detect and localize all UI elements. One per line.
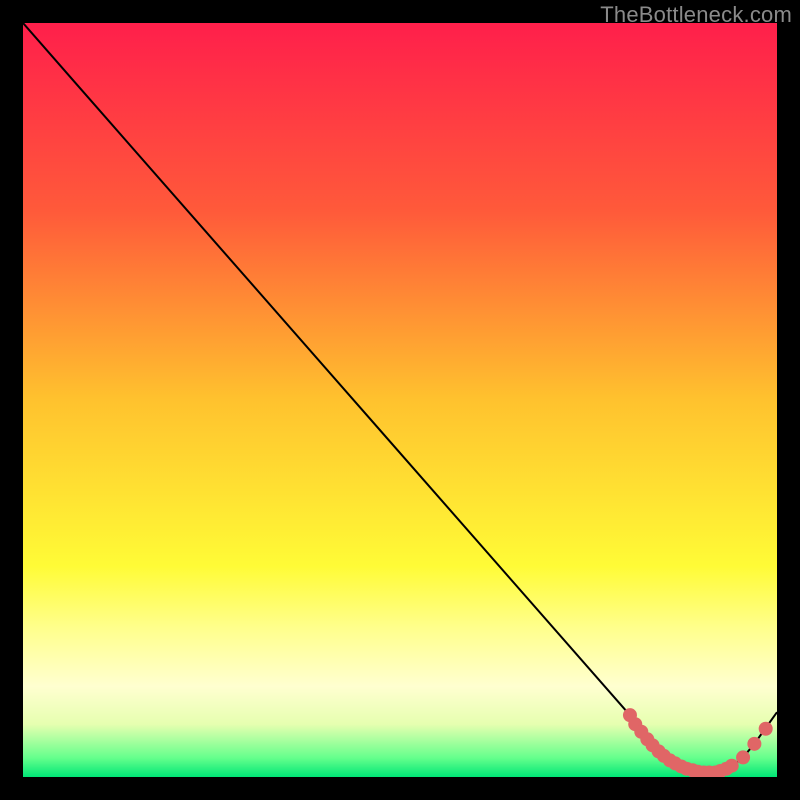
sweet-spot-dots: [623, 708, 773, 777]
watermark-text: TheBottleneck.com: [600, 2, 792, 28]
chart-frame: TheBottleneck.com: [0, 0, 800, 800]
sweet-spot-dot: [759, 722, 773, 736]
sweet-spot-dot: [725, 759, 739, 773]
sweet-spot-dot: [736, 750, 750, 764]
sweet-spot-dot: [747, 737, 761, 751]
chart-overlay: [23, 23, 777, 777]
plot-area: [23, 23, 777, 777]
bottleneck-curve: [23, 23, 777, 772]
